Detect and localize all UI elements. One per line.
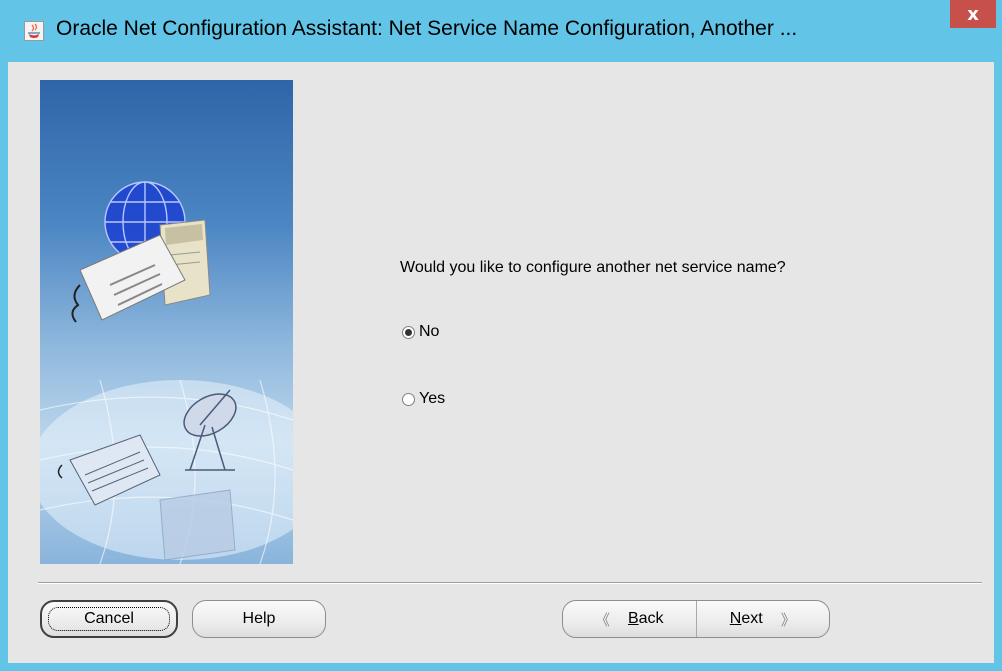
folder-icon [159,489,236,561]
close-icon: x [967,3,979,25]
back-button-label: Back [627,610,664,627]
close-button[interactable]: x [950,0,996,28]
question-label: Would you like to configure another net … [400,259,786,276]
button-separator [38,582,982,584]
radio-yes[interactable]: Yes [402,390,445,408]
client-area: Would you like to configure another net … [8,62,994,663]
chevron-left-icon: 《 [594,610,610,629]
back-button[interactable]: 《 Back [563,601,697,637]
back-next-group: 《 Back Next 》 [562,600,830,638]
radio-no[interactable]: No [402,323,439,341]
chevron-right-icon: 》 [780,610,796,629]
radio-label-no[interactable]: No [419,323,439,341]
cancel-button-label: Cancel [84,610,134,627]
radio-label-yes[interactable]: Yes [419,390,445,408]
wizard-illustration [40,80,293,564]
help-button[interactable]: Help [192,600,326,638]
help-button-label: Help [242,610,276,627]
dialog-window: Oracle Net Configuration Assistant: Net … [0,0,1002,671]
window-title: Oracle Net Configuration Assistant: Net … [56,17,798,40]
next-button-label: Next [729,610,763,627]
cancel-button[interactable]: Cancel [40,600,178,638]
title-bar[interactable]: Oracle Net Configuration Assistant: Net … [0,0,1002,62]
java-cup-icon [24,21,44,41]
radio-button-yes[interactable] [402,392,415,406]
next-button[interactable]: Next 》 [697,601,830,637]
radio-button-no[interactable] [402,325,415,339]
